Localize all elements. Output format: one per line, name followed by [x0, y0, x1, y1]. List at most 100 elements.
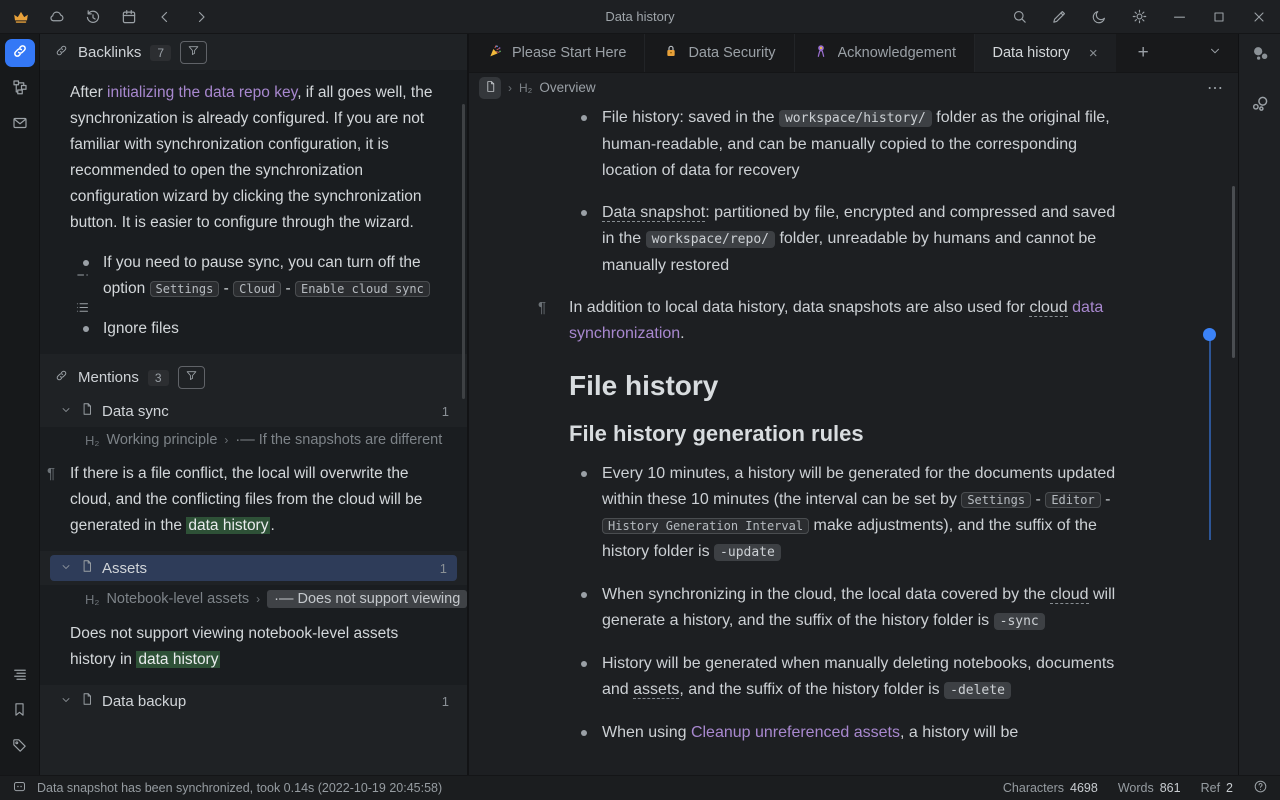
new-tab-button[interactable]: + — [1116, 34, 1171, 72]
breadcrumb-item-selected: ·— Does not support viewing — [267, 590, 467, 608]
pilcrow-icon: ¶ — [538, 295, 546, 321]
doc-bullet-file-history[interactable]: File history: saved in the workspace/his… — [569, 105, 1122, 184]
scroll-position-indicator[interactable] — [1203, 328, 1216, 540]
doc-heading-generation-rules[interactable]: File history generation rules — [569, 421, 1198, 447]
ribbon-icon — [813, 43, 829, 63]
mention-tree-item-data-sync[interactable]: Data sync 1 — [40, 395, 467, 427]
tab-acknowledgements[interactable]: Acknowledgements — [795, 34, 975, 72]
doc-bullet-delete[interactable]: History will be generated when manually … — [569, 651, 1122, 704]
moon-icon — [1091, 8, 1108, 25]
doc-bullet-sync[interactable]: When synchronizing in the cloud, the loc… — [569, 582, 1122, 635]
close-window-button[interactable] — [1244, 4, 1274, 30]
doc-bullet-cleanup[interactable]: When using Cleanup unreferenced assets, … — [569, 720, 1122, 746]
doc-paragraph-text: In addition to local data history, data … — [569, 299, 1103, 342]
tab-label: Data Security — [688, 45, 775, 61]
backlinks-filter-button[interactable] — [180, 41, 207, 64]
tag-icon — [11, 737, 28, 759]
titlebar: Data history — [0, 0, 1280, 34]
tab-data-history-active[interactable]: Data history × — [975, 34, 1116, 72]
maximize-button[interactable] — [1204, 4, 1234, 30]
funnel-icon — [185, 369, 198, 386]
mention-tree-item-data-backup[interactable]: Data backup 1 — [40, 685, 467, 717]
lock-icon — [663, 43, 679, 63]
pencil-icon — [1051, 8, 1068, 25]
theme-toggle-button[interactable] — [1084, 4, 1114, 30]
mention-paragraph-block[interactable]: Does not support viewing notebook-level … — [40, 613, 467, 685]
mention-tree-item-assets[interactable]: Assets 1 — [50, 555, 457, 581]
navigate-forward-button[interactable] — [186, 4, 216, 30]
party-popper-icon — [487, 43, 503, 63]
data-history-button[interactable] — [78, 4, 108, 30]
chevron-down-icon — [60, 560, 72, 577]
tab-please-start-here[interactable]: Please Start Here — [469, 34, 645, 72]
tree-item-count: 1 — [442, 694, 449, 709]
minimize-button[interactable] — [1164, 4, 1194, 30]
dock-backlinks-button[interactable] — [5, 39, 35, 67]
mention-paragraph: Does not support viewing notebook-level … — [70, 621, 443, 673]
help-button[interactable] — [1253, 779, 1268, 797]
document-icon-button[interactable] — [479, 77, 501, 99]
calendar-icon — [120, 8, 138, 26]
mention-paragraph: If there is a file conflict, the local w… — [70, 461, 443, 539]
dock-inbox-button[interactable] — [5, 111, 35, 139]
panel-scrollbar[interactable] — [462, 104, 465, 399]
doc-bullet-interval[interactable]: Every 10 minutes, a history will be gene… — [569, 461, 1122, 566]
dock-graph-button[interactable] — [5, 75, 35, 103]
editor-area: Please Start Here Data Security Acknowle… — [469, 34, 1238, 775]
dock-graph-panel-button[interactable] — [1245, 92, 1275, 120]
settings-button[interactable] — [1124, 4, 1154, 30]
backlink-list-item[interactable]: Ignore files — [70, 316, 443, 342]
tab-data-security[interactable]: Data Security — [645, 34, 794, 72]
characters-label: Characters — [1003, 781, 1064, 795]
gear-icon — [1131, 8, 1148, 25]
global-search-button[interactable] — [1004, 4, 1034, 30]
file-icon — [80, 559, 94, 577]
file-icon — [80, 692, 94, 710]
minimize-icon — [1171, 8, 1188, 25]
tree-item-label: Data backup — [102, 693, 186, 710]
tab-bar: Please Start Here Data Security Acknowle… — [469, 34, 1238, 73]
doc-bullet-data-snapshot[interactable]: Data snapshot: partitioned by file, encr… — [569, 200, 1122, 279]
heading-tag: H₂ — [85, 592, 99, 607]
mention-paragraph-block[interactable]: ¶ If there is a file conflict, the local… — [40, 453, 467, 551]
dock-bookmark-button[interactable] — [5, 698, 35, 726]
snapshot-status-icon — [12, 779, 27, 797]
more-options-icon[interactable]: ⋯ — [1207, 78, 1224, 98]
breadcrumb-heading[interactable]: Overview — [539, 80, 595, 95]
daily-note-button[interactable] — [114, 4, 144, 30]
edit-mode-button[interactable] — [1044, 4, 1074, 30]
tree-item-count: 1 — [440, 561, 447, 576]
link-icon — [11, 42, 29, 65]
doc-paragraph[interactable]: ¶ In addition to local data history, dat… — [569, 295, 1147, 347]
dots-cluster-icon — [1249, 43, 1271, 70]
tab-list-dropdown-button[interactable] — [1192, 34, 1238, 72]
navigate-back-button[interactable] — [150, 4, 180, 30]
dock-outline-button[interactable] — [5, 662, 35, 690]
ref-label: Ref — [1201, 781, 1220, 795]
mentions-header: Mentions 3 — [40, 354, 467, 395]
backlinks-header: Backlinks 7 — [40, 34, 467, 70]
dock-tag-button[interactable] — [5, 734, 35, 762]
sync-cloud-button[interactable] — [42, 4, 72, 30]
tab-close-icon[interactable]: × — [1089, 45, 1098, 62]
mentions-count-badge: 3 — [148, 370, 169, 386]
chevron-left-icon — [156, 8, 174, 26]
circles-outline-icon — [1249, 93, 1271, 120]
workspace-crown-button[interactable] — [6, 4, 36, 30]
mentions-filter-button[interactable] — [178, 366, 205, 389]
dock-backlinks-panel-button[interactable] — [1245, 42, 1275, 70]
tab-label: Data history — [993, 45, 1070, 61]
document-content[interactable]: File history: saved in the workspace/his… — [469, 102, 1238, 775]
backlink-block[interactable]: After initializing the data repo key, if… — [40, 70, 467, 354]
position-line — [1209, 340, 1211, 540]
mention-breadcrumb[interactable]: H₂ Working principle › ·— If the snapsho… — [40, 427, 467, 453]
funnel-icon — [187, 44, 200, 61]
mention-breadcrumb[interactable]: H₂ Notebook-level assets › ·— Does not s… — [40, 585, 467, 613]
backlinks-count-badge: 7 — [150, 45, 171, 61]
doc-heading-file-history[interactable]: File history — [569, 373, 1198, 399]
backlinks-title: Backlinks — [78, 44, 141, 61]
backlink-list-item[interactable]: If you need to pause sync, you can turn … — [70, 250, 443, 302]
heading-tag: H₂ — [519, 81, 532, 95]
right-dock — [1238, 34, 1280, 775]
editor-scrollbar[interactable] — [1232, 186, 1235, 358]
